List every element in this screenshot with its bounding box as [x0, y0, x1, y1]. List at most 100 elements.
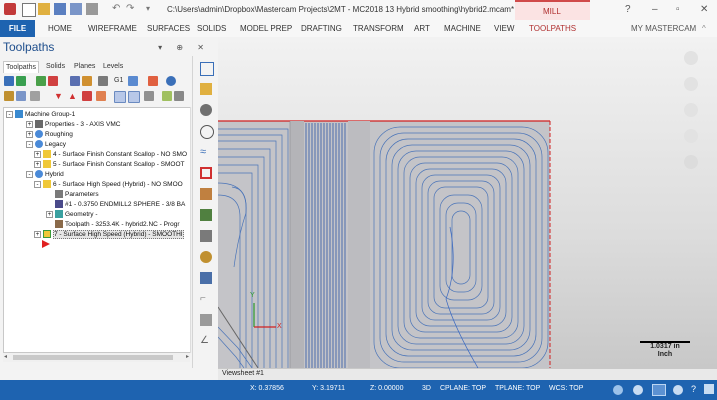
help-status-icon[interactable]: ? — [691, 384, 696, 394]
expand-icon[interactable]: + — [26, 130, 33, 138]
backplot-icon[interactable] — [70, 76, 80, 86]
level-display-icon[interactable] — [200, 209, 212, 221]
zoom-window-icon[interactable] — [200, 125, 214, 139]
new-file-icon[interactable] — [22, 3, 36, 17]
mastercam-logo-icon[interactable] — [4, 3, 16, 15]
status-cplane[interactable]: CPLANE: TOP — [440, 385, 486, 392]
post-g1-icon[interactable]: G1 — [114, 76, 124, 86]
dimension-icon[interactable]: ⌐ — [200, 293, 212, 305]
regenerate-dirty-icon[interactable] — [48, 76, 58, 86]
high-feed-icon[interactable] — [128, 76, 138, 86]
tab-machine[interactable]: MACHINE — [444, 20, 481, 37]
hide-geometry-icon[interactable] — [200, 230, 212, 242]
tree-node-op-6[interactable]: -6 - Surface High Speed (Hybrid) - NO SM… — [34, 180, 183, 190]
viewsheet-tab[interactable]: Viewsheet #1 — [222, 370, 264, 377]
view-zoom-in-icon[interactable] — [684, 77, 698, 91]
tab-view[interactable]: VIEW — [494, 20, 514, 37]
delete-operations-icon[interactable] — [148, 76, 158, 86]
shading-icon[interactable] — [200, 104, 212, 116]
translucency-icon[interactable] — [673, 385, 683, 395]
refresh-icon[interactable] — [162, 91, 172, 101]
panel-window-controls[interactable]: ▾ ⊕ ✕ — [158, 43, 210, 52]
tree-node-legacy[interactable]: - Legacy — [26, 140, 66, 150]
scrollbar-thumb[interactable] — [13, 355, 173, 360]
wireframe-display-icon[interactable]: ≈ — [200, 146, 212, 158]
tab-toolpaths-manager[interactable]: Toolpaths — [3, 61, 39, 73]
tree-node-toolpath-file[interactable]: Toolpath - 3253.4K - hybrid2.NC - Progr — [55, 220, 180, 230]
show-selected-icon[interactable] — [114, 91, 126, 103]
edit-entity-icon[interactable]: ∠ — [200, 335, 212, 347]
light-icon[interactable] — [200, 251, 212, 263]
tab-surfaces[interactable]: SURFACES — [147, 20, 190, 37]
tab-home[interactable]: HOME — [48, 20, 72, 37]
tab-levels-manager[interactable]: Levels — [101, 61, 125, 72]
status-tplane[interactable]: TPLANE: TOP — [495, 385, 540, 392]
tree-node-op-7[interactable]: +7 - Surface High Speed (Hybrid) - SMOOT… — [34, 230, 184, 240]
simulate-icon[interactable] — [98, 76, 108, 86]
collapse-icon[interactable]: - — [6, 110, 13, 118]
clear-colors-icon[interactable] — [200, 167, 212, 179]
shaded-edges-mode-icon[interactable] — [652, 384, 666, 396]
tree-node-insert-arrow[interactable] — [42, 240, 52, 250]
expand-icon[interactable]: + — [46, 210, 53, 218]
tree-node-properties[interactable]: + Properties - 3 - AXIS VMC — [26, 120, 121, 130]
open-folder-icon[interactable] — [38, 3, 50, 15]
expand-icon[interactable]: + — [34, 160, 41, 168]
collapse-icon[interactable]: - — [26, 140, 33, 148]
toggle-display-icon[interactable] — [16, 91, 26, 101]
measure-icon[interactable] — [200, 272, 212, 284]
close-icon[interactable]: ✕ — [700, 4, 708, 15]
insert-arrow-up-icon[interactable] — [96, 91, 106, 101]
tree-node-geometry[interactable]: + Geometry - — [46, 210, 98, 220]
toggle-posting-icon[interactable] — [30, 91, 40, 101]
select-dirty-operations-icon[interactable] — [16, 76, 26, 86]
my-mastercam-menu[interactable]: MY MASTERCAM — [631, 20, 696, 37]
expand-icon[interactable]: + — [34, 230, 41, 238]
expand-collapse-icon[interactable] — [144, 91, 154, 101]
select-all-operations-icon[interactable] — [4, 76, 14, 86]
collapse-icon[interactable]: - — [34, 180, 41, 188]
status-options-icon[interactable] — [704, 384, 714, 394]
collapse-icon[interactable]: - — [26, 170, 33, 178]
tree-node-op-5[interactable]: +5 - Surface Finish Constant Scallop - S… — [34, 160, 185, 170]
expand-icon[interactable]: + — [26, 120, 33, 128]
shaded-mode-icon[interactable] — [633, 385, 643, 395]
view-home-icon[interactable] — [684, 51, 698, 65]
tree-horizontal-scrollbar[interactable]: ◂ ▸ — [3, 353, 190, 362]
customize-dropdown-icon[interactable]: ▾ — [146, 3, 158, 15]
verify-icon[interactable] — [82, 76, 92, 86]
tree-node-roughing[interactable]: + Roughing — [26, 130, 73, 140]
tab-solids-manager[interactable]: Solids — [44, 61, 67, 72]
options-icon[interactable] — [174, 91, 184, 101]
help-icon[interactable]: ? — [625, 4, 631, 15]
section-view-icon[interactable] — [200, 314, 212, 326]
tab-toolpaths[interactable]: TOOLPATHS — [529, 20, 576, 37]
ribbon-collapse-icon[interactable]: ^ — [702, 20, 706, 37]
tab-drafting[interactable]: DRAFTING — [301, 20, 342, 37]
maximize-icon[interactable]: ▫ — [676, 4, 680, 15]
tree-node-parameters[interactable]: Parameters — [55, 190, 99, 200]
tab-solids[interactable]: SOLIDS — [197, 20, 226, 37]
solid-display-icon[interactable] — [200, 188, 212, 200]
status-wcs[interactable]: WCS: TOP — [549, 385, 583, 392]
lock-operations-icon[interactable] — [4, 91, 14, 101]
tab-planes-manager[interactable]: Planes — [72, 61, 97, 72]
redo-icon[interactable]: ↷ — [126, 3, 138, 15]
minimize-icon[interactable]: – — [652, 4, 658, 15]
graphics-viewport[interactable]: Y X — [218, 37, 717, 368]
print-icon[interactable] — [86, 3, 98, 15]
tree-node-hybrid[interactable]: - Hybrid — [26, 170, 64, 180]
scroll-right-icon[interactable]: ▸ — [186, 353, 189, 360]
tab-model-prep[interactable]: MODEL PREP — [240, 20, 292, 37]
view-rotate-icon[interactable] — [684, 103, 698, 117]
status-3d-toggle[interactable]: 3D — [422, 385, 431, 392]
help-operations-icon[interactable] — [166, 76, 176, 86]
analyze-icon[interactable] — [200, 83, 212, 95]
wireframe-mode-icon[interactable] — [613, 385, 623, 395]
tree-node-op-4[interactable]: +4 - Surface Finish Constant Scallop - N… — [34, 150, 187, 160]
view-pan-icon[interactable] — [684, 129, 698, 143]
insert-arrow-down-icon[interactable] — [82, 91, 92, 101]
tree-node-machine-group[interactable]: - Machine Group-1 — [6, 110, 75, 120]
tab-file[interactable]: FILE — [0, 20, 35, 37]
save-icon[interactable] — [54, 3, 66, 15]
